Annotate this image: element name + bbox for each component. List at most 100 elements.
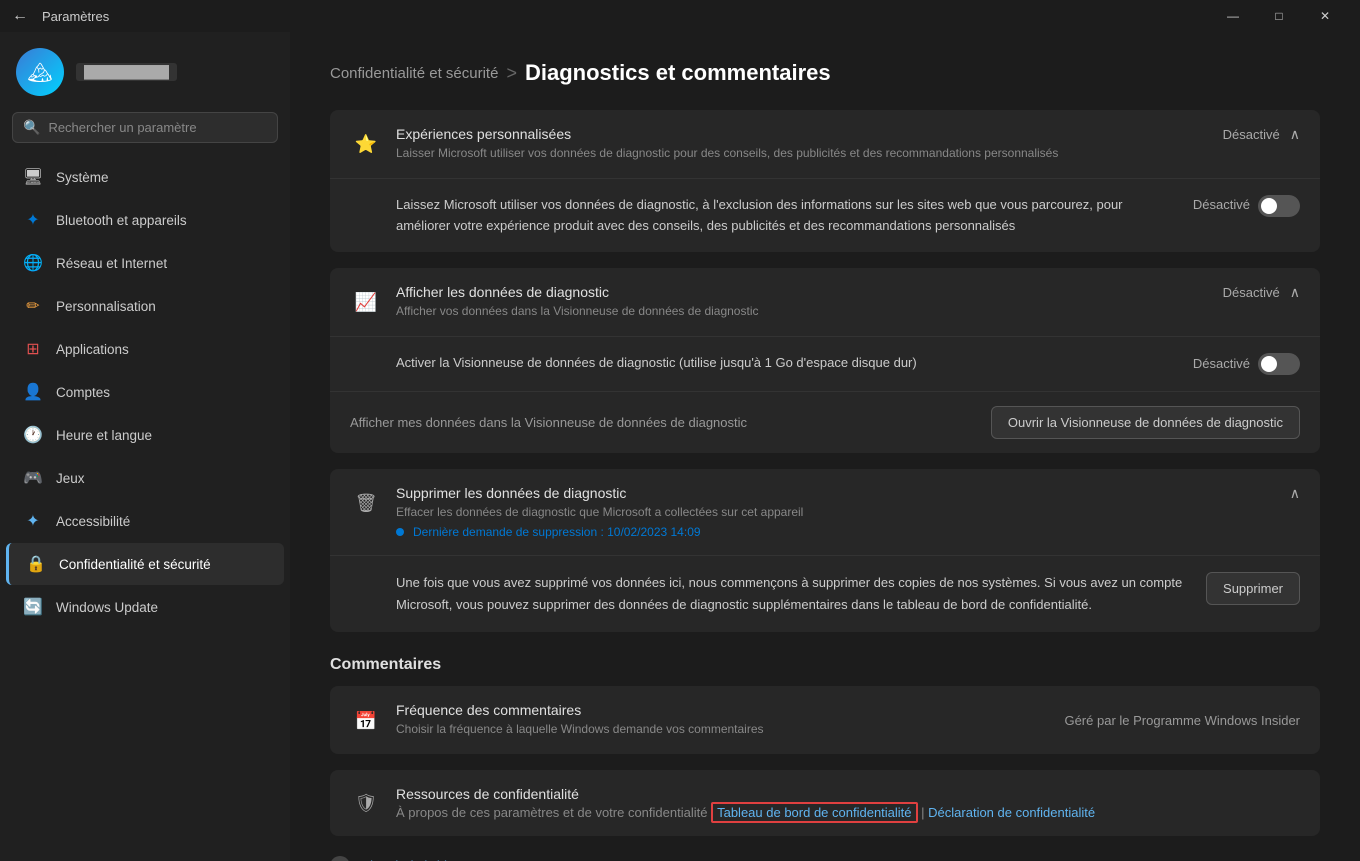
section-supprimer-donnees: 🗑 Supprimer les données de diagnostic Ef… [330, 469, 1320, 632]
sidebar-item-label: Réseau et Internet [56, 256, 167, 271]
sidebar-item-label: Système [56, 170, 109, 185]
heure-icon: 🕐 [22, 424, 44, 446]
applications-icon: ⊞ [22, 338, 44, 360]
section-experiences-header[interactable]: ⭐ Expériences personnalisées Laisser Mic… [330, 110, 1320, 178]
supprimer-donnees-expanded: Une fois que vous avez supprimé vos donn… [330, 555, 1320, 632]
experiences-right: Désactivé [1223, 126, 1300, 143]
experiences-chevron [1290, 126, 1300, 143]
maximize-button[interactable]: □ [1256, 0, 1302, 32]
aide-icon: ? [330, 856, 350, 861]
afficher-donnees-text: Afficher les données de diagnostic Affic… [396, 284, 1209, 320]
title-bar: ← Paramètres — □ ✕ [0, 0, 1360, 32]
sidebar-item-heure[interactable]: 🕐 Heure et langue [6, 414, 284, 456]
frequence-icon: 📅 [350, 705, 382, 737]
supprimer-donnees-text: Supprimer les données de diagnostic Effa… [396, 485, 1276, 539]
declaration-link[interactable]: Déclaration de confidentialité [928, 805, 1095, 820]
sidebar-item-bluetooth[interactable]: ✦ Bluetooth et appareils [6, 199, 284, 241]
supprimer-donnees-icon: 🗑 [350, 487, 382, 519]
afficher-donnees-toggle[interactable] [1258, 353, 1300, 375]
frequence-status: Géré par le Programme Windows Insider [1064, 713, 1300, 728]
afficher-donnees-row1-status: Désactivé [1193, 354, 1250, 375]
sidebar-item-jeux[interactable]: 🎮 Jeux [6, 457, 284, 499]
sidebar-item-label: Confidentialité et sécurité [59, 557, 211, 572]
experiences-toggle-label: Désactivé [1193, 195, 1250, 216]
supprimer-donnees-title: Supprimer les données de diagnostic [396, 485, 1276, 501]
sidebar-item-personnalisation[interactable]: ✏ Personnalisation [6, 285, 284, 327]
afficher-donnees-header[interactable]: 📈 Afficher les données de diagnostic Aff… [330, 268, 1320, 336]
sidebar-item-comptes[interactable]: 👤 Comptes [6, 371, 284, 413]
back-button[interactable]: ← [12, 7, 28, 25]
supprimer-button[interactable]: Supprimer [1206, 572, 1300, 605]
ressources-links: À propos de ces paramètres et de votre c… [396, 805, 1300, 820]
title-bar-controls: — □ ✕ [1210, 0, 1348, 32]
experiences-subtitle: Laisser Microsoft utiliser vos données d… [396, 145, 1209, 162]
section-experiences-perso: ⭐ Expériences personnalisées Laisser Mic… [330, 110, 1320, 252]
sidebar-item-label: Heure et langue [56, 428, 152, 443]
jeux-icon: 🎮 [22, 467, 44, 489]
experiences-text: Expériences personnalisées Laisser Micro… [396, 126, 1209, 162]
sidebar-item-label: Applications [56, 342, 129, 357]
experiences-expanded-text: Laissez Microsoft utiliser vos données d… [396, 195, 1173, 237]
commentaires-label: Commentaires [330, 656, 1320, 674]
experiences-toggle[interactable] [1258, 195, 1300, 217]
afficher-donnees-icon: 📈 [350, 286, 382, 318]
section-frequence: 📅 Fréquence des commentaires Choisir la … [330, 686, 1320, 754]
sidebar-item-confidentialite[interactable]: 🔒 Confidentialité et sécurité [6, 543, 284, 585]
app-title: Paramètres [42, 9, 109, 24]
supprimer-donnees-expanded-text: Une fois que vous avez supprimé vos donn… [396, 572, 1186, 616]
close-button[interactable]: ✕ [1302, 0, 1348, 32]
experiences-title: Expériences personnalisées [396, 126, 1209, 142]
reseau-icon: 🌐 [22, 252, 44, 274]
breadcrumb: Confidentialité et sécurité > Diagnostic… [330, 60, 1320, 86]
sidebar: 🏔 ██████████ 🔍 🖥 Système ✦ Bluetooth et … [0, 32, 290, 861]
afficher-donnees-expanded-row1: Activer la Visionneuse de données de dia… [330, 336, 1320, 391]
sidebar-item-label: Jeux [56, 471, 85, 486]
search-box[interactable]: 🔍 [12, 112, 278, 143]
search-input[interactable] [48, 120, 267, 135]
frequence-row[interactable]: 📅 Fréquence des commentaires Choisir la … [330, 686, 1320, 754]
afficher-donnees-row1-text: Activer la Visionneuse de données de dia… [396, 353, 1173, 374]
afficher-donnees-title: Afficher les données de diagnostic [396, 284, 1209, 300]
sidebar-item-reseau[interactable]: 🌐 Réseau et Internet [6, 242, 284, 284]
experiences-status: Désactivé [1223, 127, 1280, 142]
afficher-donnees-chevron [1290, 284, 1300, 301]
sidebar-item-systeme[interactable]: 🖥 Système [6, 156, 284, 198]
afficher-donnees-row2-text: Afficher mes données dans la Visionneuse… [350, 415, 977, 430]
title-bar-left: ← Paramètres [12, 7, 109, 25]
breadcrumb-current: Diagnostics et commentaires [525, 60, 831, 86]
ressources-icon: 🛡 [350, 788, 382, 820]
sidebar-item-label: Bluetooth et appareils [56, 213, 187, 228]
content-area: Confidentialité et sécurité > Diagnostic… [290, 32, 1360, 861]
experiences-expanded: Laissez Microsoft utiliser vos données d… [330, 178, 1320, 253]
footer-links: ? Obtenir de l'aide ✉ Envoyer des commen… [330, 852, 1320, 861]
sidebar-nav: 🖥 Système ✦ Bluetooth et appareils 🌐 Rés… [0, 155, 290, 845]
sidebar-item-label: Accessibilité [56, 514, 130, 529]
minimize-button[interactable]: — [1210, 0, 1256, 32]
breadcrumb-parent: Confidentialité et sécurité [330, 65, 498, 82]
tableau-de-bord-link[interactable]: Tableau de bord de confidentialité [711, 802, 917, 823]
info-dot [396, 528, 404, 536]
supprimer-donnees-subtitle: Effacer les données de diagnostic que Mi… [396, 504, 1276, 521]
supprimer-donnees-right [1290, 485, 1300, 502]
afficher-donnees-row2: Afficher mes données dans la Visionneuse… [330, 391, 1320, 453]
afficher-donnees-right: Désactivé [1223, 284, 1300, 301]
personnalisation-icon: ✏ [22, 295, 44, 317]
sidebar-item-accessibilite[interactable]: ✦ Accessibilité [6, 500, 284, 542]
supprimer-donnees-header[interactable]: 🗑 Supprimer les données de diagnostic Ef… [330, 469, 1320, 555]
frequence-title: Fréquence des commentaires [396, 702, 1050, 718]
supprimer-donnees-date: Dernière demande de suppression : 10/02/… [396, 525, 1276, 539]
sidebar-item-applications[interactable]: ⊞ Applications [6, 328, 284, 370]
bluetooth-icon: ✦ [22, 209, 44, 231]
section-ressources: 🛡 Ressources de confidentialité À propos… [330, 770, 1320, 836]
sidebar-item-label: Comptes [56, 385, 110, 400]
search-icon: 🔍 [23, 119, 40, 136]
obtenir-aide-link[interactable]: ? Obtenir de l'aide [330, 852, 1320, 861]
sidebar-item-windowsupdate[interactable]: 🔄 Windows Update [6, 586, 284, 628]
section-afficher-donnees: 📈 Afficher les données de diagnostic Aff… [330, 268, 1320, 453]
ouvrir-visionneuse-button[interactable]: Ouvrir la Visionneuse de données de diag… [991, 406, 1300, 439]
supprimer-donnees-chevron [1290, 485, 1300, 502]
avatar: 🏔 [16, 48, 64, 96]
confidentialite-icon: 🔒 [25, 553, 47, 575]
accessibilite-icon: ✦ [22, 510, 44, 532]
ressources-row: 🛡 Ressources de confidentialité À propos… [330, 770, 1320, 836]
